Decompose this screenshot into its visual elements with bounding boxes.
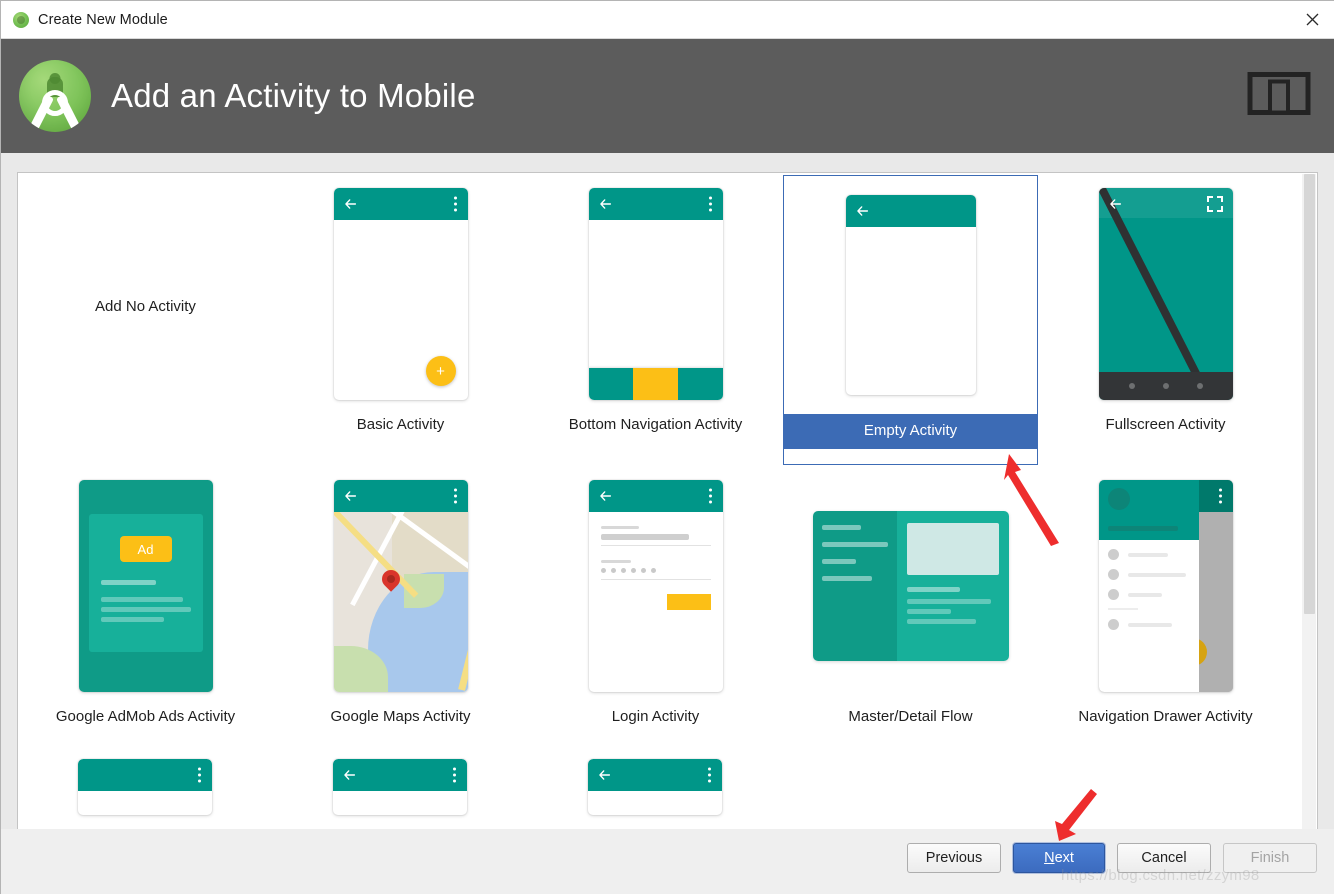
overflow-menu-icon [708,196,712,212]
template-label-selected: Empty Activity [784,414,1037,449]
template-label: Basic Activity [356,416,445,433]
template-card-fullscreen-activity[interactable]: Fullscreen Activity [1038,175,1293,465]
template-label: Google AdMob Ads Activity [55,708,236,725]
drawer-item [1099,580,1199,600]
template-gallery[interactable]: Add No Activity + Basic Activity Bottom … [17,172,1318,894]
detail-pane [896,511,1009,661]
template-label: Fullscreen Activity [1105,416,1226,433]
template-card-google-admob-ads-activity[interactable]: Ad Google AdMob Ads Activity [18,467,273,757]
template-card-login-activity[interactable]: Login Activity [528,467,783,757]
master-list-pane [812,511,897,661]
overflow-menu-icon [708,488,712,504]
back-arrow-icon [856,205,869,218]
login-submit-button-preview [666,594,711,610]
floating-action-button-icon: + [425,356,456,386]
thumbnail-bottomnav [588,188,723,400]
template-card-partial[interactable] [333,759,467,815]
overflow-menu-icon [453,767,456,783]
back-arrow-icon [343,769,356,782]
template-label: Navigation Drawer Activity [1078,708,1253,725]
overflow-menu-icon [453,488,457,504]
password-field-label [600,560,631,563]
back-arrow-icon [344,198,357,211]
gallery-panel: Add No Activity + Basic Activity Bottom … [1,153,1334,894]
overflow-menu-icon [708,767,711,783]
thumbnail-fullscreen [1098,188,1233,400]
ad-badge: Ad [119,536,172,562]
overflow-menu-icon [453,196,457,212]
template-card-master-detail-flow[interactable]: Master/Detail Flow [783,467,1038,757]
detail-image-placeholder [906,523,999,575]
thumbnail-admob: Ad [78,480,213,692]
avatar [1107,488,1130,510]
title-bar: Create New Module [1,1,1334,39]
previous-button[interactable]: Previous [907,843,1001,873]
template-card-empty-activity[interactable]: Empty Activity [783,175,1038,465]
drawer-item [1099,610,1199,630]
watermark: https://blog.csdn.net/zzym98 [1061,867,1260,884]
template-card-add-no-activity[interactable]: Add No Activity [18,175,273,465]
template-card-basic-activity[interactable]: + Basic Activity [273,175,528,465]
template-label: Bottom Navigation Activity [568,416,743,433]
dialog-footer: Previous Next Cancel Finish [1,829,1334,894]
next-button-label-rest: ext [1054,850,1074,866]
navigation-drawer [1098,480,1199,692]
bottom-navigation-bar [588,368,723,400]
thumbnail-empty [845,195,976,395]
thumbnail-navdrawer: + [1098,480,1233,692]
page-title: Add an Activity to Mobile [111,77,476,114]
vertical-scrollbar[interactable] [1302,174,1316,894]
fullscreen-expand-icon [1206,196,1223,212]
back-arrow-icon [598,769,611,782]
scrollbar-thumb[interactable] [1304,174,1315,614]
android-studio-icon [13,11,29,28]
tablet-phone-device-icon [1247,69,1311,124]
overflow-menu-icon [198,767,201,783]
drawer-item [1099,560,1199,580]
username-field-label [600,526,639,529]
thumbnail-masterdetail [812,511,1009,661]
template-card-partial[interactable] [588,759,722,815]
create-new-module-dialog: Create New Module Add an Activity to Mob… [0,0,1334,894]
map-preview [333,512,468,692]
template-label: Master/Detail Flow [848,708,973,725]
thumbnail-basic: + [333,188,468,400]
overflow-menu-icon [1218,488,1222,504]
thumbnail-maps [333,480,468,692]
template-card-navigation-drawer-activity[interactable]: + [1038,467,1293,757]
template-label: Login Activity [611,708,700,725]
thumbnail-none [18,175,273,413]
back-arrow-icon [344,490,357,503]
next-button-mnemonic: N [1044,850,1055,866]
drawer-item [1099,540,1199,560]
template-card-bottom-navigation-activity[interactable]: Bottom Navigation Activity [528,175,783,465]
template-label: Add No Activity [95,298,196,315]
template-card-partial[interactable] [78,759,212,815]
back-arrow-icon [1109,198,1122,211]
system-navigation-bar [1098,372,1233,400]
wizard-header: Add an Activity to Mobile [1,39,1334,153]
close-icon[interactable] [1289,1,1334,38]
template-label: Google Maps Activity [330,708,471,725]
password-dots [600,568,711,573]
back-arrow-icon [599,198,612,211]
android-studio-logo [19,60,91,132]
thumbnail-login [588,480,723,692]
window-title: Create New Module [38,11,168,28]
back-arrow-icon [599,490,612,503]
drawer-header [1098,480,1199,540]
template-card-google-maps-activity[interactable]: Google Maps Activity [273,467,528,757]
